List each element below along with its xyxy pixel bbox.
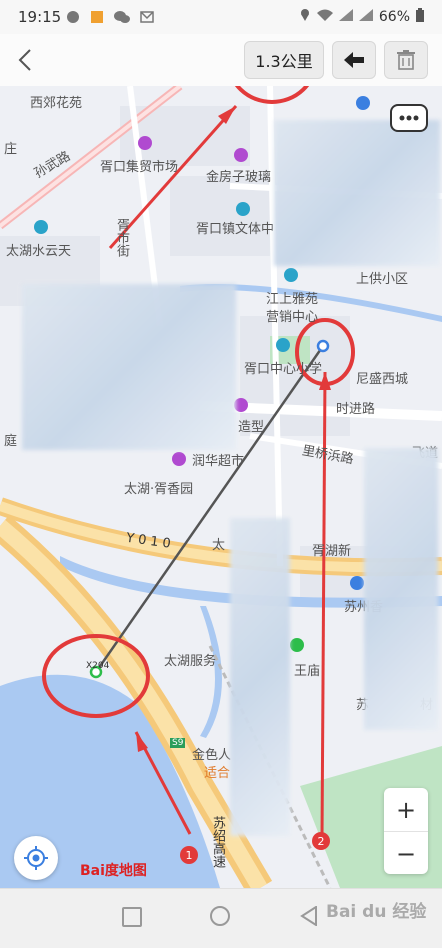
blur-overlay [230, 518, 290, 836]
supermarket-poi-icon[interactable] [172, 452, 186, 466]
map-label: 金房子玻璃 [206, 170, 272, 185]
blur-overlay [22, 284, 236, 450]
layers-button[interactable] [390, 104, 428, 132]
zoom-out-button[interactable]: − [384, 832, 428, 875]
map-label: 胥口中心小学 [244, 362, 323, 377]
map-label: 胥湖新 [312, 544, 352, 559]
building-poi-icon[interactable] [284, 268, 298, 282]
map-label: 太湖水云天 [6, 244, 72, 259]
shop-poi-icon[interactable] [138, 136, 152, 150]
baidu-map-logo: Bai度地图 [80, 863, 147, 879]
road-label: S9 [170, 738, 186, 748]
map-label: 造型 [238, 420, 265, 435]
status-right: 66% [299, 8, 424, 26]
end-point[interactable] [316, 339, 330, 353]
arrow-left-icon [344, 52, 364, 68]
undo-button[interactable] [332, 41, 376, 79]
chat-icon [66, 9, 80, 23]
map-label: 润华超市 [192, 454, 245, 469]
road-label: 时进路 [336, 402, 376, 417]
back-button[interactable] [14, 46, 38, 74]
zoom-control: + − [384, 788, 428, 874]
status-bar: 19:15 66% [0, 0, 442, 34]
map-label: 西郊花苑 [30, 96, 83, 111]
trash-icon [397, 50, 415, 70]
map-label: 庭 [4, 434, 18, 449]
wechat-icon [114, 9, 130, 23]
map-label: 金色人 [192, 748, 232, 763]
map-label: 江上雅苑 [266, 292, 319, 307]
distance-display: 1.3公里 [244, 41, 324, 79]
signal-icon-2 [358, 9, 373, 25]
map-label: 太 [212, 538, 226, 553]
road-label: X204 [86, 661, 110, 671]
blur-overlay [274, 120, 440, 266]
building-poi-icon[interactable] [236, 202, 250, 216]
person-poi-icon[interactable] [356, 96, 370, 110]
wifi-icon [316, 9, 333, 25]
map-label: 胥口集贸市场 [100, 160, 179, 175]
zoom-in-button[interactable]: + [384, 788, 428, 832]
blur-overlay [364, 448, 438, 730]
shop-poi-icon[interactable] [234, 148, 248, 162]
map-label: 王庙 [294, 664, 321, 679]
flag-poi-icon[interactable] [276, 338, 290, 352]
shop-poi-icon[interactable] [234, 398, 248, 412]
map-label: 尼盛西城 [356, 372, 409, 387]
temple-poi-icon[interactable] [290, 638, 304, 652]
mail-icon [140, 9, 154, 23]
map-label: 太湖·胥香园 [124, 482, 194, 497]
map-label: 适合 [204, 766, 231, 781]
battery-level: 66% [378, 9, 410, 25]
map-label: 庄 [4, 142, 18, 157]
recents-button[interactable] [122, 907, 142, 927]
map-label: 胥口镇文体中 [196, 222, 275, 237]
dots-icon [399, 115, 419, 121]
home-button[interactable] [210, 906, 230, 926]
building-poi-icon[interactable] [34, 220, 48, 234]
annotation-badge-2: 2 [312, 832, 330, 850]
locate-icon [24, 846, 48, 870]
road-label: 苏绍高速 [210, 816, 225, 868]
signal-icon [338, 9, 353, 25]
locate-button[interactable] [14, 836, 58, 880]
annotation-badge-1: 1 [180, 846, 198, 864]
hotel-poi-icon[interactable] [350, 576, 364, 590]
map-view[interactable]: 西郊花苑 庄 孙武路 胥口集贸市场 金房子玻璃 胥口镇文体中 胥市街 太湖水云天… [0, 86, 442, 888]
watermark: Bai du 经验 [326, 902, 427, 922]
chevron-left-icon [18, 49, 31, 71]
map-label: 太湖服务 [164, 654, 217, 669]
map-label: 营销中心 [266, 310, 319, 325]
back-nav-icon[interactable] [300, 906, 318, 926]
location-icon [299, 8, 311, 26]
road-label: 胥市街 [114, 218, 129, 257]
status-time: 19:15 [18, 8, 62, 26]
battery-icon [416, 8, 424, 26]
map-label: 上供小区 [356, 272, 409, 287]
app-icon [90, 9, 104, 23]
clear-button[interactable] [384, 41, 428, 79]
